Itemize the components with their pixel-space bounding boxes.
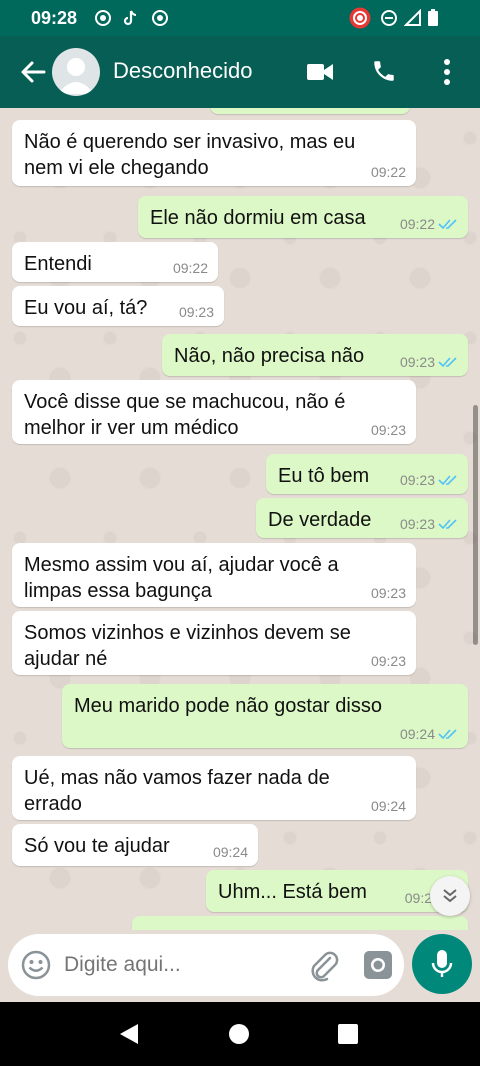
tiktok-icon: [123, 10, 137, 26]
attach-icon[interactable]: [308, 948, 340, 982]
message-bubble[interactable]: Meu marido pode não gostar disso 09:24: [62, 684, 468, 748]
read-receipt-icon: [438, 357, 457, 368]
message-text: Ele não dormiu em casa: [150, 207, 366, 229]
read-receipt-icon: [438, 219, 457, 230]
nav-recents-icon[interactable]: [338, 1024, 358, 1044]
message-text: Meu marido pode não gostar disso: [74, 695, 382, 717]
message-time: 09:24: [212, 844, 248, 860]
nav-home-icon[interactable]: [228, 1023, 250, 1045]
message-meta: 09:24: [371, 798, 406, 814]
microphone-icon: [431, 950, 453, 977]
read-receipt-icon: [438, 475, 457, 486]
chat-header: Desconhecido: [0, 36, 480, 108]
camera-icon[interactable]: [362, 949, 394, 981]
battery-icon: [428, 9, 438, 26]
message-meta: 09:23: [371, 653, 406, 669]
message-bubble[interactable]: Só vou te ajudar 09:24: [12, 824, 258, 866]
message-time: 09:22: [399, 216, 435, 232]
message-time: 09:24: [399, 726, 435, 742]
message-time: 09:2: [404, 890, 432, 906]
message-text: Não, não precisa não: [174, 345, 365, 367]
message-time: 09:23: [399, 516, 435, 532]
message-text: De verdade: [268, 509, 372, 531]
message-bubble-partial: [132, 916, 468, 930]
nav-back-icon[interactable]: [118, 1023, 140, 1045]
message-time: 09:23: [178, 304, 214, 320]
system-navigation-bar: [0, 1002, 480, 1066]
message-bubble[interactable]: Eu vou aí, tá? 09:23: [12, 286, 224, 326]
message-text: Só vou te ajudar: [24, 835, 170, 857]
message-time: 09:23: [399, 354, 435, 370]
message-composer[interactable]: [8, 934, 404, 996]
message-time: 09:23: [399, 472, 435, 488]
message-bubble[interactable]: Ele não dormiu em casa 09:22: [138, 196, 468, 238]
message-text: Eu vou aí, tá?: [24, 297, 148, 319]
double-chevron-down-icon: [443, 889, 457, 903]
message-time: 09:22: [172, 260, 208, 276]
message-meta: 09:23: [179, 304, 214, 320]
back-arrow-icon[interactable]: [20, 60, 46, 84]
message-bubble[interactable]: Eu tô bem 09:23: [266, 454, 468, 494]
message-meta: 09:23: [400, 516, 458, 532]
read-receipt-icon: [438, 519, 457, 530]
contact-name[interactable]: Desconhecido: [113, 58, 252, 84]
message-bubble[interactable]: Mesmo assim vou aí, ajudar você a limpas…: [12, 543, 416, 607]
message-text: Uhm... Está bem: [218, 881, 367, 903]
message-meta: 09:24: [213, 844, 248, 860]
message-text: Não é querendo ser invasivo, mas eu nem …: [24, 131, 356, 179]
screen-record-icon: [349, 7, 371, 29]
message-text: Entendi: [24, 253, 92, 275]
message-meta: 09:23: [400, 354, 458, 370]
status-bar: 09:28: [0, 0, 480, 36]
message-meta: 09:24: [400, 726, 458, 742]
message-meta: 09:23: [371, 422, 406, 438]
message-text: Ué, mas não vamos fazer nada de errado: [24, 767, 330, 815]
signal-icon: [404, 9, 421, 26]
message-meta: 09:23: [400, 472, 458, 488]
message-meta: 09:23: [371, 585, 406, 601]
message-bubble[interactable]: De verdade 09:23: [256, 498, 468, 538]
message-text: Você disse que se machucou, não é melhor…: [24, 391, 346, 439]
video-call-icon[interactable]: [307, 62, 333, 82]
read-receipt-icon: [438, 729, 457, 740]
message-time: 09:23: [370, 585, 406, 601]
message-meta: 09:2: [405, 890, 432, 906]
message-time: 09:24: [370, 798, 406, 814]
notification-icon: [95, 10, 111, 26]
scrollbar[interactable]: [473, 405, 478, 645]
voice-call-icon[interactable]: [371, 58, 397, 84]
message-time: 09:23: [370, 422, 406, 438]
message-bubble[interactable]: Somos vizinhos e vizinhos devem se ajuda…: [12, 611, 416, 675]
message-bubble[interactable]: Ué, mas não vamos fazer nada de errado 0…: [12, 756, 416, 820]
message-bubble[interactable]: Entendi 09:22: [12, 242, 218, 282]
message-time: 09:22: [370, 164, 406, 180]
chat-area[interactable]: Não é querendo ser invasivo, mas eu nem …: [0, 108, 480, 930]
message-meta: 09:22: [173, 260, 208, 276]
status-time: 09:28: [31, 8, 78, 28]
message-meta: 09:22: [371, 164, 406, 180]
voice-message-button[interactable]: [412, 934, 472, 994]
scroll-to-bottom-button[interactable]: [430, 876, 470, 916]
message-text: Somos vizinhos e vizinhos devem se ajuda…: [24, 622, 351, 670]
message-input[interactable]: [64, 946, 294, 984]
do-not-disturb-icon: [381, 10, 397, 26]
default-avatar-icon: [58, 58, 94, 94]
emoji-icon[interactable]: [20, 949, 52, 981]
avatar[interactable]: [52, 48, 100, 96]
message-bubble[interactable]: Não, não precisa não 09:23: [162, 334, 468, 376]
notification-icon-2: [152, 10, 168, 26]
message-text: Mesmo assim vou aí, ajudar você a limpas…: [24, 554, 339, 602]
message-time: 09:23: [370, 653, 406, 669]
more-options-icon[interactable]: [442, 58, 452, 86]
message-bubble-partial: [210, 108, 410, 114]
message-bubble[interactable]: Não é querendo ser invasivo, mas eu nem …: [12, 120, 416, 186]
message-bubble[interactable]: Uhm... Está bem 09:2: [206, 870, 468, 912]
message-meta: 09:22: [400, 216, 458, 232]
message-bubble[interactable]: Você disse que se machucou, não é melhor…: [12, 380, 416, 444]
message-text: Eu tô bem: [278, 465, 370, 487]
